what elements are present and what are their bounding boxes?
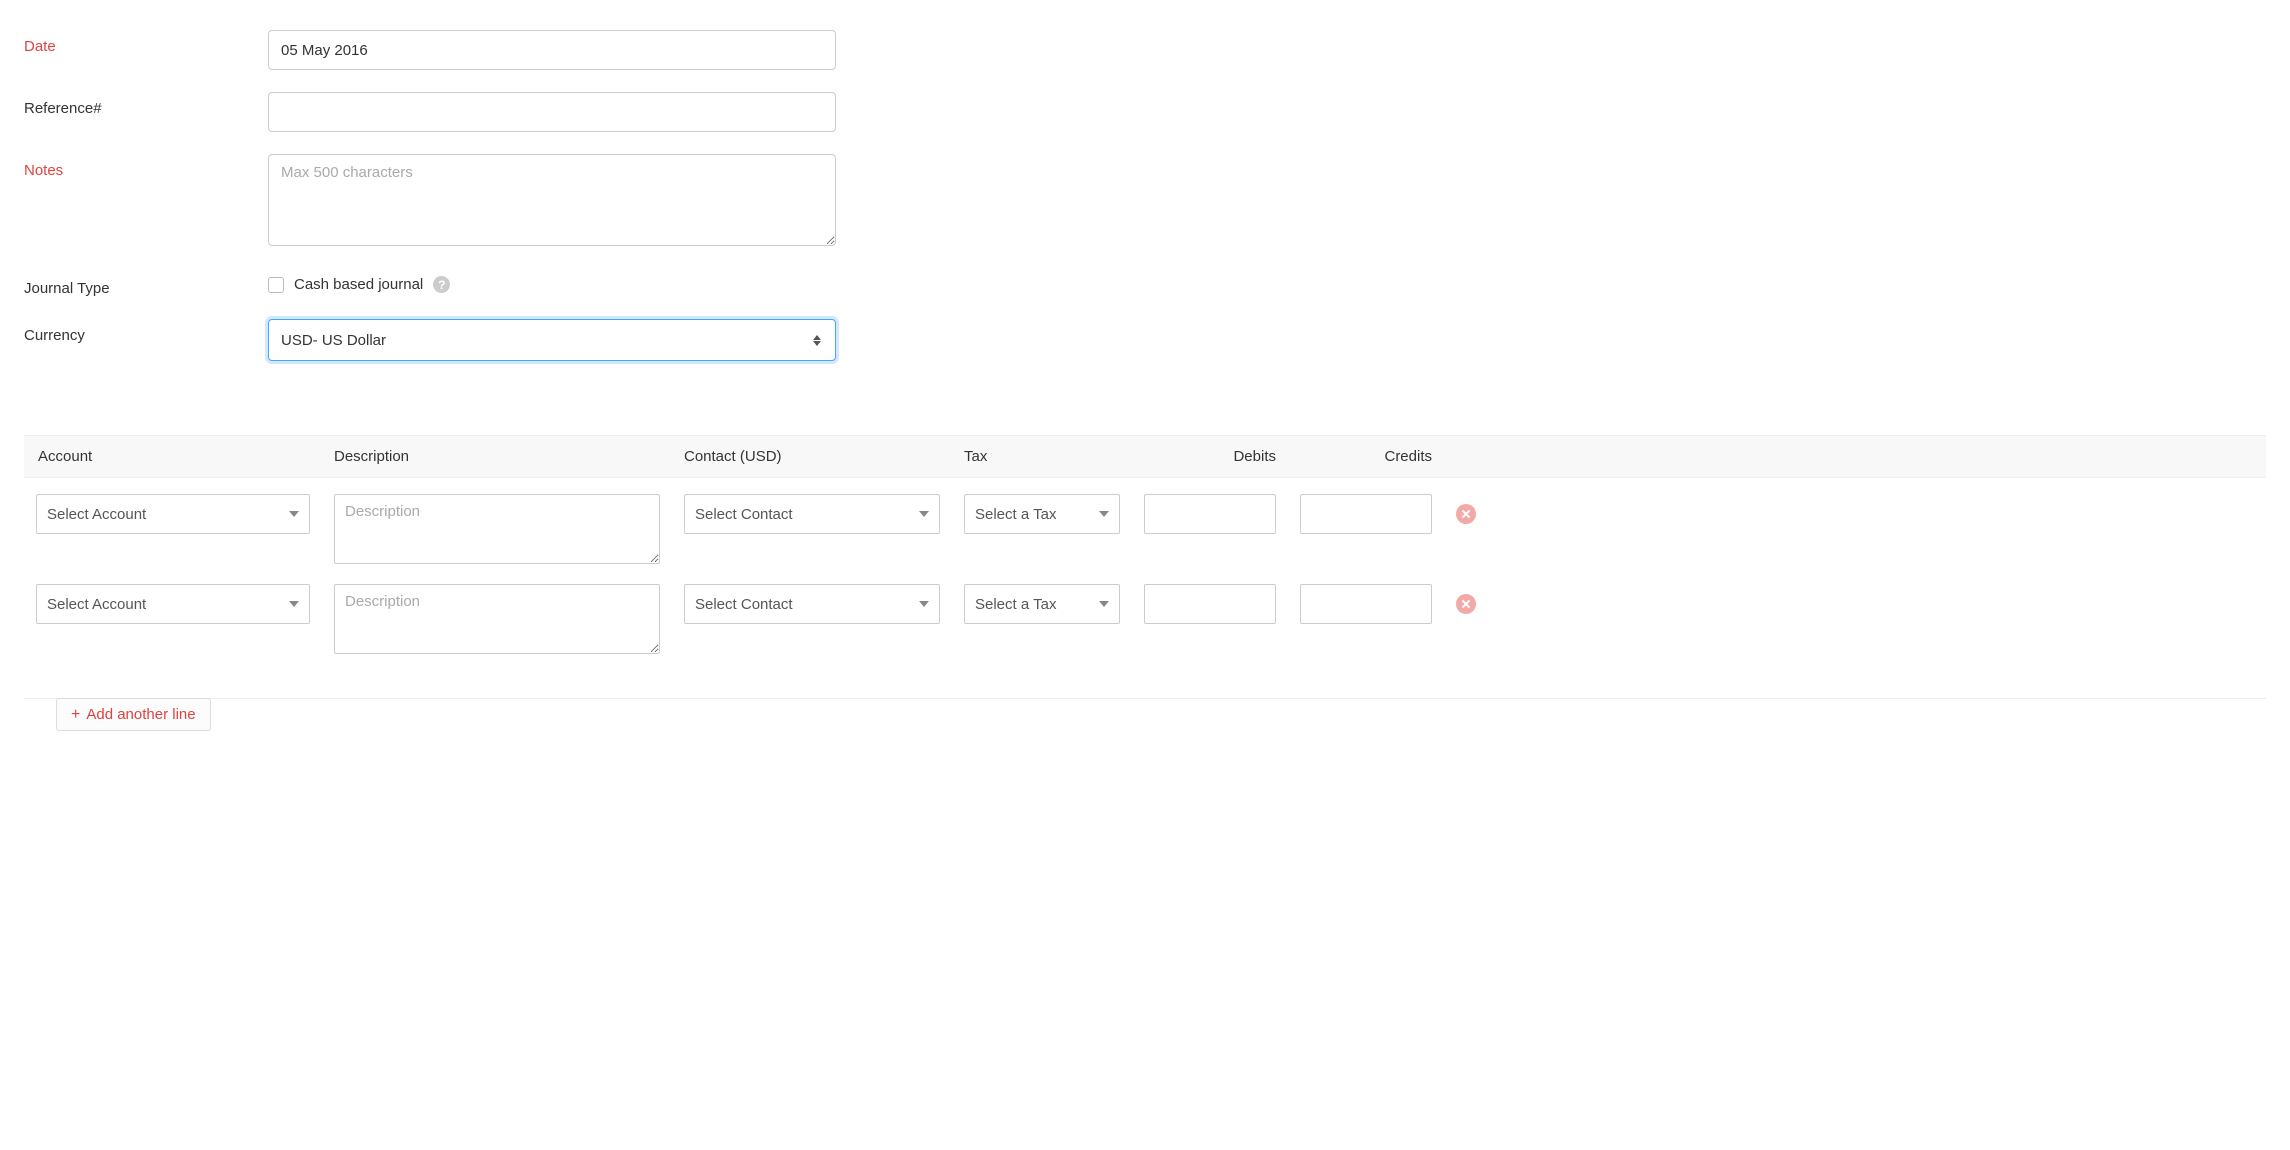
tax-select[interactable]: Select a Tax [964, 494, 1120, 534]
reference-input[interactable] [268, 92, 836, 132]
chevron-down-icon [919, 511, 929, 517]
debits-input[interactable] [1144, 494, 1276, 534]
currency-label: Currency [24, 319, 268, 344]
journal-type-label: Journal Type [24, 272, 268, 297]
description-input[interactable] [334, 584, 660, 654]
delete-row-button[interactable] [1456, 504, 1476, 524]
delete-row-button[interactable] [1456, 594, 1476, 614]
contact-placeholder: Select Contact [695, 596, 793, 613]
add-line-label: Add another line [86, 706, 195, 723]
date-label: Date [24, 30, 268, 55]
notes-label: Notes [24, 154, 268, 179]
table-row: Select Account Select Contact Select a T… [24, 568, 2266, 658]
credits-input[interactable] [1300, 494, 1432, 534]
account-select[interactable]: Select Account [36, 584, 310, 624]
chevron-down-icon [1099, 511, 1109, 517]
add-line-button[interactable]: + Add another line [56, 698, 211, 731]
date-input[interactable] [268, 30, 836, 70]
plus-icon: + [71, 707, 80, 723]
account-select[interactable]: Select Account [36, 494, 310, 534]
cash-based-label: Cash based journal [294, 276, 423, 293]
header-tax: Tax [952, 448, 1132, 465]
header-account: Account [24, 448, 322, 465]
contact-placeholder: Select Contact [695, 506, 793, 523]
chevron-down-icon [289, 601, 299, 607]
notes-textarea[interactable] [268, 154, 836, 246]
header-contact: Contact (USD) [672, 448, 952, 465]
currency-selected-value: USD- US Dollar [281, 332, 386, 349]
tax-select[interactable]: Select a Tax [964, 584, 1120, 624]
chevron-down-icon [919, 601, 929, 607]
account-placeholder: Select Account [47, 596, 146, 613]
help-icon[interactable]: ? [433, 276, 450, 293]
debits-input[interactable] [1144, 584, 1276, 624]
contact-select[interactable]: Select Contact [684, 494, 940, 534]
reference-label: Reference# [24, 92, 268, 117]
sort-icon [813, 333, 823, 347]
chevron-down-icon [1099, 601, 1109, 607]
currency-select[interactable]: USD- US Dollar [268, 319, 836, 361]
lines-header: Account Description Contact (USD) Tax De… [24, 435, 2266, 478]
tax-placeholder: Select a Tax [975, 596, 1056, 613]
tax-placeholder: Select a Tax [975, 506, 1056, 523]
contact-select[interactable]: Select Contact [684, 584, 940, 624]
table-row: Select Account Select Contact Select a T… [24, 478, 2266, 568]
header-credits: Credits [1288, 448, 1444, 465]
chevron-down-icon [289, 511, 299, 517]
credits-input[interactable] [1300, 584, 1432, 624]
header-description: Description [322, 448, 672, 465]
cash-based-checkbox[interactable] [268, 277, 284, 293]
header-debits: Debits [1132, 448, 1288, 465]
description-input[interactable] [334, 494, 660, 564]
account-placeholder: Select Account [47, 506, 146, 523]
